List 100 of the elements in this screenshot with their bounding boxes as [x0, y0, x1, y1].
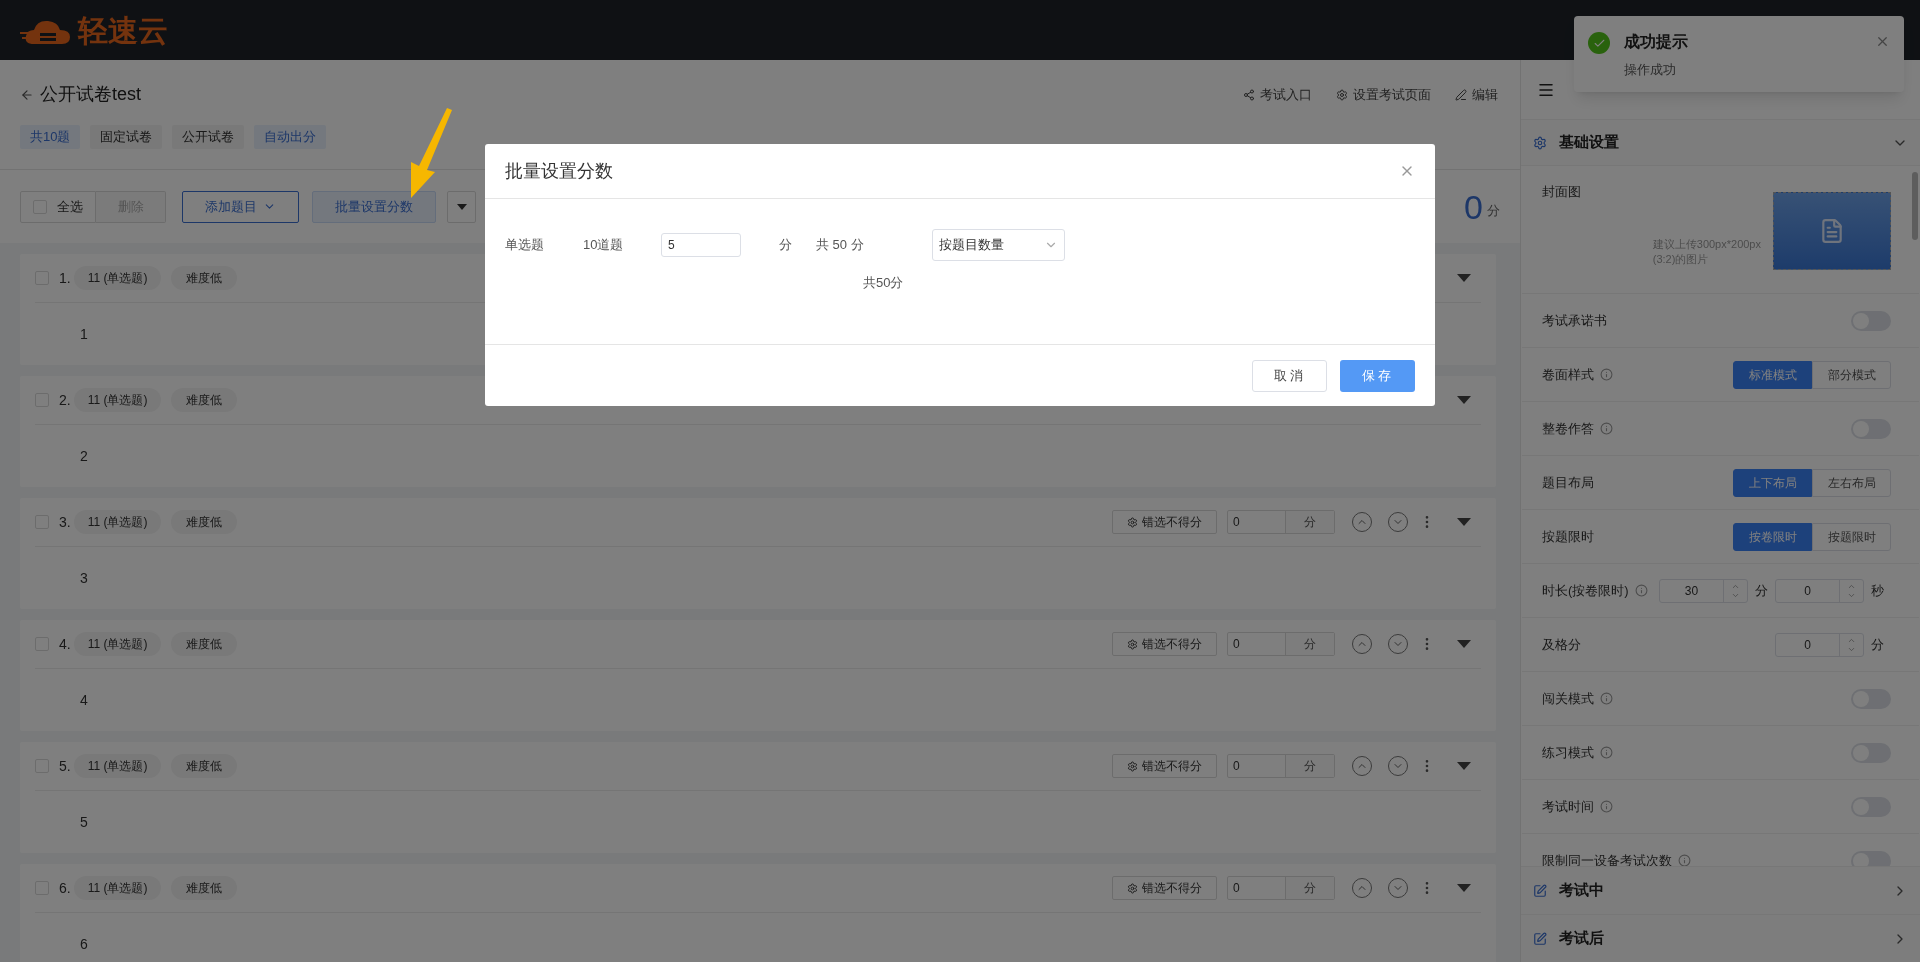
pen-icon	[1455, 88, 1467, 101]
number-field[interactable]: 0	[1775, 578, 1864, 603]
pen-square-icon	[1533, 883, 1547, 898]
paper-tag: 自动出分	[254, 125, 327, 149]
mode-select[interactable]: 按题目数量	[932, 229, 1065, 261]
difficulty-tag: 难度低	[171, 266, 238, 290]
setting-label: 整卷作答	[1542, 419, 1594, 438]
back-icon[interactable]	[20, 87, 34, 102]
question-type-tag: 11 (单选题)	[73, 266, 162, 290]
wrong-choice-button[interactable]: 错选不得分	[1112, 510, 1217, 534]
difficulty-tag: 难度低	[171, 876, 238, 900]
segment-option[interactable]: 上下布局	[1733, 468, 1812, 497]
header-link[interactable]: 设置考试页面	[1336, 84, 1431, 105]
gear-icon	[1127, 516, 1138, 528]
toast-message: 操作成功	[1624, 61, 1677, 79]
question-content: 5	[80, 812, 88, 832]
document-icon	[1819, 218, 1845, 244]
score-input[interactable]: 0 分	[1227, 510, 1335, 534]
success-icon	[1588, 32, 1610, 54]
question-number: 5.	[59, 756, 71, 776]
expand-triangle-icon[interactable]	[1457, 640, 1471, 648]
save-button[interactable]: 保存	[1340, 359, 1415, 392]
question-type-tag: 11 (单选题)	[73, 754, 162, 778]
score-unit: 分	[1285, 755, 1334, 777]
total-score-unit: 分	[1487, 201, 1500, 220]
logo-text: 轻速云	[78, 12, 168, 49]
segment-option[interactable]: 部分模式	[1812, 360, 1891, 389]
wrong-choice-button[interactable]: 错选不得分	[1112, 876, 1217, 900]
more-dropdown-button[interactable]	[447, 190, 476, 223]
batch-score-button[interactable]: 批量设置分数	[312, 190, 436, 223]
header-link[interactable]: 编辑	[1455, 84, 1498, 105]
gear-icon	[1533, 135, 1547, 150]
score-input[interactable]: 0 分	[1227, 876, 1335, 900]
setting-label: 考试时间	[1542, 797, 1594, 816]
question-content: 2	[80, 446, 88, 466]
number-value: 0	[1803, 636, 1812, 654]
question-type-tag: 11 (单选题)	[73, 510, 162, 534]
question-type-tag: 11 (单选题)	[73, 388, 162, 412]
total-score: 0	[1464, 189, 1483, 224]
score-value: 0	[1232, 636, 1241, 653]
unit-label: 分	[779, 236, 792, 255]
cancel-button[interactable]: 取消	[1252, 359, 1327, 392]
question-type-label: 单选题	[505, 236, 545, 255]
score-value: 0	[1232, 514, 1241, 531]
difficulty-tag: 难度低	[171, 510, 238, 534]
cover-image[interactable]	[1773, 192, 1891, 270]
close-icon[interactable]	[1875, 34, 1890, 49]
question-type-tag: 11 (单选题)	[73, 876, 162, 900]
question-number: 6.	[59, 878, 71, 898]
segment-option[interactable]: 按题限时	[1812, 522, 1891, 551]
difficulty-tag: 难度低	[171, 754, 238, 778]
segment-option[interactable]: 左右布局	[1812, 468, 1891, 497]
unit-label: 分	[1755, 581, 1768, 600]
select-all-button[interactable]: 全选	[20, 190, 96, 223]
number-value: 0	[1803, 582, 1812, 600]
setting-label: 考试承诺书	[1542, 311, 1607, 330]
add-question-button[interactable]: 添加题目	[182, 190, 299, 223]
number-field[interactable]: 0	[1775, 632, 1864, 657]
wrong-choice-button[interactable]: 错选不得分	[1112, 632, 1217, 656]
score-unit: 分	[1285, 511, 1334, 533]
wrong-choice-button[interactable]: 错选不得分	[1112, 754, 1217, 778]
question-content: 4	[80, 690, 88, 710]
paper-title: 公开试卷test	[40, 83, 141, 106]
expand-triangle-icon[interactable]	[1457, 518, 1471, 526]
paper-tag: 固定试卷	[90, 125, 163, 149]
question-content: 6	[80, 934, 88, 954]
number-field[interactable]: 30	[1659, 578, 1748, 603]
segment-option[interactable]: 按卷限时	[1733, 522, 1812, 551]
paper-tag: 公开试卷	[172, 125, 245, 149]
expand-triangle-icon[interactable]	[1457, 762, 1471, 770]
question-number: 1.	[59, 268, 71, 288]
scrollbar[interactable]	[1912, 172, 1918, 240]
segment-option[interactable]: 标准模式	[1733, 360, 1812, 389]
subtotal-label: 共 50 分	[816, 236, 865, 255]
expand-triangle-icon[interactable]	[1457, 274, 1471, 282]
expand-triangle-icon[interactable]	[1457, 884, 1471, 892]
setting-label: 封面图	[1542, 183, 1581, 201]
question-count: 10道题	[583, 236, 625, 255]
setting-label: 按题限时	[1542, 527, 1594, 546]
unit-label: 分	[1871, 635, 1884, 654]
setting-label: 闯关模式	[1542, 689, 1594, 708]
question-content: 3	[80, 568, 88, 588]
paper-tag: 共10题	[20, 125, 81, 149]
score-value: 0	[1232, 758, 1241, 775]
setting-label: 练习模式	[1542, 743, 1594, 762]
score-unit: 分	[1285, 877, 1334, 899]
difficulty-tag: 难度低	[171, 632, 238, 656]
score-field[interactable]: 5	[661, 233, 741, 257]
expand-triangle-icon[interactable]	[1457, 396, 1471, 404]
gear-icon	[1127, 638, 1138, 650]
gear-icon	[1336, 88, 1348, 101]
gear-icon	[1127, 882, 1138, 894]
question-number: 2.	[59, 390, 71, 410]
question-number: 3.	[59, 512, 71, 532]
score-input[interactable]: 0 分	[1227, 632, 1335, 656]
pen-square-icon	[1533, 931, 1547, 946]
question-content: 1	[80, 324, 88, 344]
setting-label: 题目布局	[1542, 473, 1594, 492]
header-link[interactable]: 考试入口	[1243, 84, 1312, 105]
score-input[interactable]: 0 分	[1227, 754, 1335, 778]
